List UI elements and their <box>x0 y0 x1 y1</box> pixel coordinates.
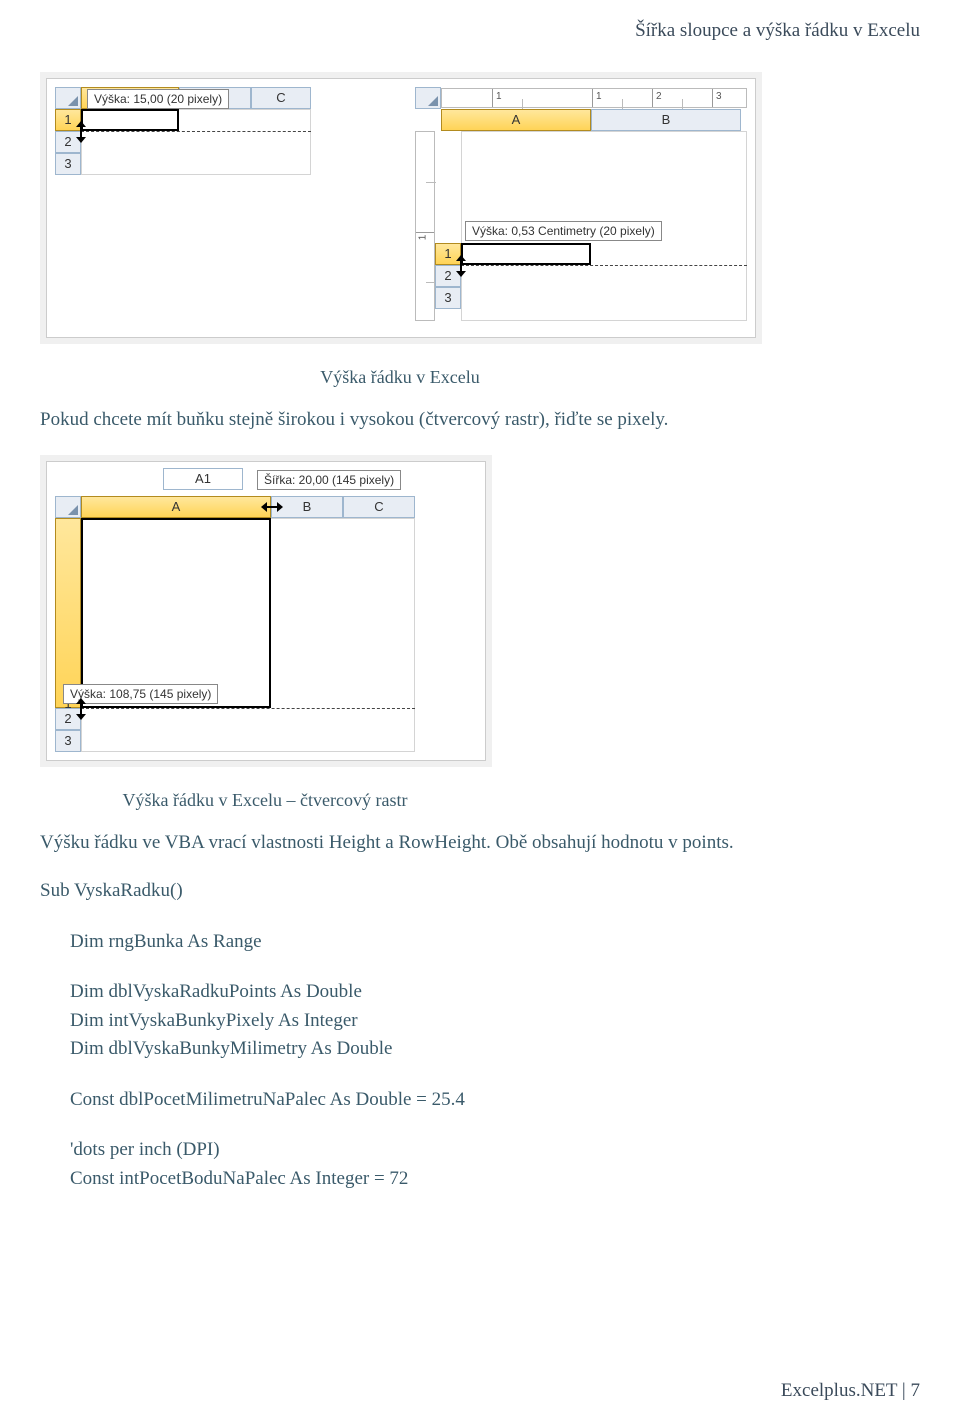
code-dpi-group: 'dots per inch (DPI) Const intPocetBoduN… <box>40 1136 920 1193</box>
paragraph-2: Výšku řádku ve VBA vrací vlastnosti Heig… <box>40 829 920 858</box>
code-dim-range: Dim rngBunka As Range <box>40 928 920 957</box>
selected-cell-r <box>461 243 591 265</box>
resize-guide <box>81 131 311 132</box>
page-footer: Excelplus.NET | 7 <box>781 1380 920 1402</box>
tooltip-height-cm: Výška: 0,53 Centimetry (20 pixely) <box>465 221 662 241</box>
resize-arrow-vert-icon-2 <box>75 700 87 718</box>
col-header-a-r: A <box>441 109 591 131</box>
resize-guide-2 <box>81 708 415 709</box>
resize-arrow-vert-icon-r <box>455 257 467 275</box>
tooltip-width: Šířka: 20,00 (145 pixely) <box>257 470 401 490</box>
resize-arrow-horiz-icon <box>263 501 281 513</box>
sheet-corner-2 <box>55 496 81 518</box>
code-dim-mm: Dim dblVyskaBunkyMilimetry As Double <box>70 1035 920 1064</box>
figure-square-raster: A1 Šířka: 20,00 (145 pixely) A B C 1 2 3… <box>40 455 492 767</box>
sheet-corner-r <box>415 87 441 109</box>
code-const-dpi: Const intPocetBoduNaPalec As Integer = 7… <box>70 1165 920 1194</box>
figure-caption-1: Výška řádku v Excelu <box>40 367 760 388</box>
code-dim-points: Dim dblVyskaRadkuPoints As Double <box>70 978 920 1007</box>
col-header-b-r: B <box>591 109 741 131</box>
selected-cell <box>81 109 179 131</box>
row-header-3-2: 3 <box>55 730 81 752</box>
figure-caption-2: Výška řádku v Excelu – čtvercový rastr <box>40 790 490 811</box>
col-header-c: C <box>251 87 311 109</box>
code-comment-dpi: 'dots per inch (DPI) <box>70 1136 920 1165</box>
sheet-corner <box>55 87 81 109</box>
paragraph-1: Pokud chcete mít buňku stejně širokou i … <box>40 406 920 435</box>
row-header-1-2: 1 <box>55 518 81 708</box>
code-const-mm: Const dblPocetMilimetruNaPalec As Double… <box>40 1086 920 1115</box>
ruler-vertical: 1 <box>415 131 435 321</box>
col-header-a-2: A <box>81 496 271 518</box>
tooltip-height-px: Výška: 15,00 (20 pixely) <box>87 89 229 109</box>
name-box: A1 <box>163 468 243 490</box>
ruler-horizontal: 1 1 2 3 <box>441 88 747 108</box>
page-header: Šířka sloupce a výška řádku v Excelu <box>40 20 920 42</box>
code-sub: Sub VyskaRadku() <box>40 877 920 906</box>
row-header-3: 3 <box>55 153 81 175</box>
col-header-c-2: C <box>343 496 415 518</box>
code-dim-px: Dim intVyskaBunkyPixely As Integer <box>70 1007 920 1036</box>
selected-cell-2 <box>81 518 271 708</box>
resize-guide-r <box>461 265 747 266</box>
resize-arrow-vert-icon <box>75 123 87 141</box>
figure-row-height: A C 1 2 3 Výška: 15,00 (20 pixely) 1 1 2… <box>40 72 762 344</box>
row-header-3-r: 3 <box>435 287 461 309</box>
code-dim-group: Dim dblVyskaRadkuPoints As Double Dim in… <box>40 978 920 1064</box>
